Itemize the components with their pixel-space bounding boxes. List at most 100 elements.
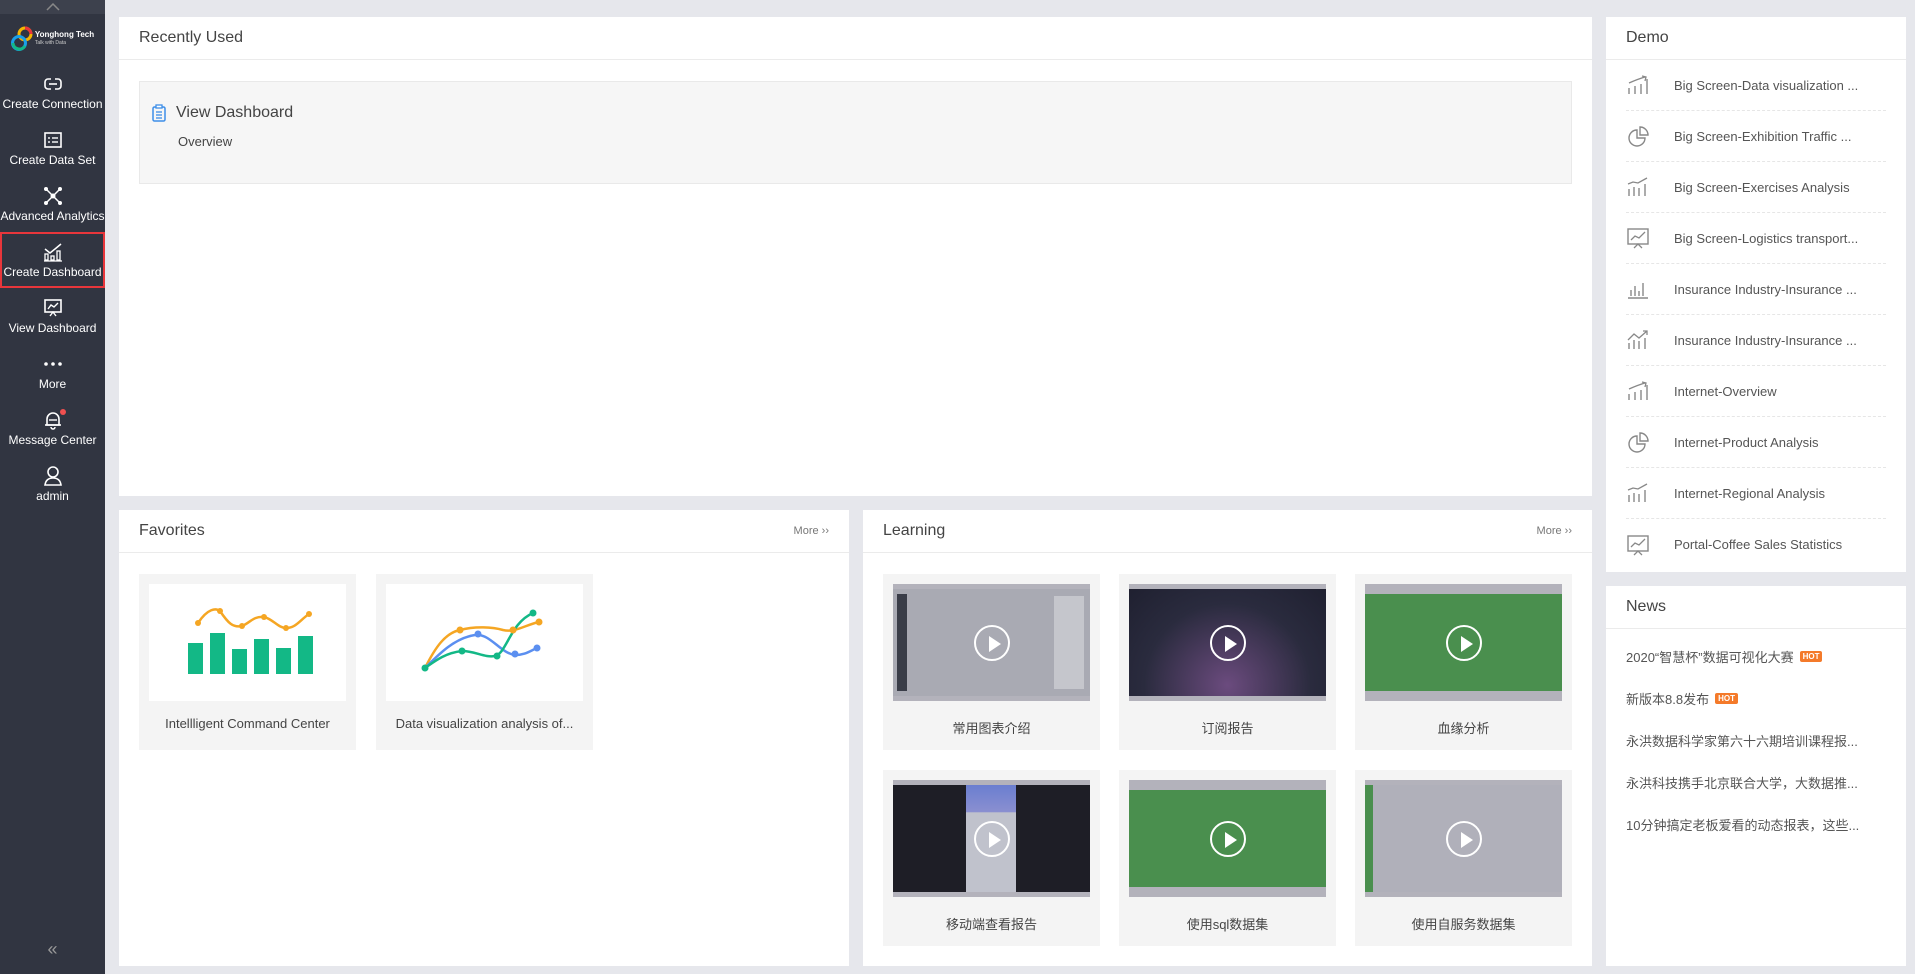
demo-item-label: Big Screen-Exhibition Traffic ...	[1674, 128, 1852, 144]
play-icon[interactable]	[1209, 624, 1246, 661]
play-icon[interactable]	[973, 624, 1010, 661]
learning-video-label: 常用图表介绍	[952, 721, 1031, 736]
panel-title: Learning	[883, 522, 946, 539]
nav-label: More	[38, 377, 67, 391]
more-label: More	[1536, 525, 1562, 537]
bar-trend-icon	[1628, 75, 1648, 94]
video-thumbnail	[1129, 780, 1326, 897]
nav-label: Create Data Set	[9, 153, 96, 167]
favorite-item-label: Intellligent Command Center	[165, 716, 330, 731]
bar-chart-icon	[1628, 283, 1648, 299]
nav-create-data-set[interactable]: Create Data Set	[0, 120, 105, 176]
panel-title: News	[1626, 598, 1667, 615]
logo-tagline: Talk with Data	[34, 40, 66, 46]
bar-line-icon	[1627, 177, 1648, 196]
nav-create-connection[interactable]: Create Connection	[0, 64, 105, 120]
learning-video-label: 订阅报告	[1201, 721, 1254, 736]
demo-panel: Demo Big Screen-Data visualization ... Bi…	[1606, 17, 1906, 572]
panel-header: Demo	[1606, 17, 1906, 60]
favorites-more-link[interactable]: More ››	[794, 525, 829, 537]
hot-badge: HOT	[1715, 692, 1738, 704]
demo-item[interactable]: Big Screen-Exhibition Traffic ...	[1626, 111, 1886, 162]
pie-chart-icon	[1628, 126, 1649, 147]
learning-more-link[interactable]: More ››	[1537, 525, 1572, 537]
recent-item[interactable]: View Dashboard Overview	[139, 81, 1572, 184]
demo-item[interactable]: Portal-Coffee Sales Statistics	[1626, 519, 1886, 570]
demo-item[interactable]: Big Screen-Exercises Analysis	[1626, 162, 1886, 213]
nav-label: admin	[36, 489, 69, 503]
recent-item-title[interactable]: View Dashboard	[150, 104, 1561, 122]
nav-label: Create Dashboard	[3, 265, 102, 279]
play-icon[interactable]	[1445, 624, 1482, 661]
news-item[interactable]: 永洪科技携手北京联合大学，大数据推...	[1606, 761, 1906, 803]
learning-video-label: 血缘分析	[1437, 721, 1490, 736]
demo-item[interactable]: Big Screen-Data visualization ...	[1626, 60, 1886, 111]
video-thumbnail	[893, 584, 1090, 701]
learning-panel: Learning More ›› 常用图表介绍 订阅报告 血缘分析移动端查看报告 使用…	[863, 510, 1592, 966]
nav-label: Advanced Analytics	[0, 209, 105, 223]
recent-item-subtitle[interactable]: Overview	[178, 134, 1561, 149]
learning-video-item[interactable]: 血缘分析	[1355, 574, 1572, 750]
logo: Yonghong Tech Talk with Data	[0, 14, 105, 64]
sidebar: Yonghong Tech Talk with Data Create Conn…	[0, 0, 105, 974]
nav-create-dashboard[interactable]: Create Dashboard	[0, 232, 105, 288]
play-icon[interactable]	[1209, 820, 1246, 857]
chart-icon	[43, 243, 62, 262]
learning-video-item[interactable]: 使用自服务数据集	[1355, 770, 1572, 946]
logo-name: Yonghong Tech	[34, 30, 95, 39]
demo-item-label: Portal-Coffee Sales Statistics	[1674, 537, 1843, 552]
news-item[interactable]: 10分钟搞定老板爱看的动态报表，这些...	[1606, 803, 1906, 845]
nav-label: View Dashboard	[8, 321, 97, 335]
video-thumbnail	[893, 780, 1090, 897]
nav-more[interactable]: More	[0, 344, 105, 400]
demo-item[interactable]: Big Screen-Logistics transport...	[1626, 213, 1886, 264]
presentation-icon	[43, 299, 62, 317]
demo-item[interactable]: Insurance Industry-Insurance ...	[1626, 315, 1886, 366]
favorite-item[interactable]: Intellligent Command Center	[139, 574, 356, 750]
learning-video-item[interactable]: 移动端查看报告	[883, 770, 1100, 946]
monitor-chart-icon	[1627, 534, 1649, 555]
link-icon	[43, 77, 62, 91]
demo-item-label: Internet-Product Analysis	[1674, 434, 1819, 450]
learning-video-item[interactable]: 使用sql数据集	[1119, 770, 1336, 946]
news-item[interactable]: 永洪数据科学家第六十六期培训课程报...	[1606, 719, 1906, 761]
nav-user-admin[interactable]: admin	[0, 456, 105, 512]
demo-item-label: Insurance Industry-Insurance ...	[1674, 332, 1857, 348]
demo-item[interactable]: Internet-Overview	[1626, 366, 1886, 417]
news-item-text: 新版本8.8发布	[1626, 691, 1710, 707]
news-item[interactable]: 新版本8.8发布 HOT	[1606, 677, 1906, 719]
panel-title: Recently Used	[139, 29, 244, 46]
news-item[interactable]: 2020“智慧杯”数据可视化大赛 HOT	[1606, 635, 1906, 677]
favorite-item[interactable]: Data visualization analysis of...	[376, 574, 593, 750]
clipboard-icon	[152, 104, 166, 122]
panel-header: Learning More ››	[863, 510, 1592, 553]
nav-message-center[interactable]: Message Center	[0, 400, 105, 456]
learning-video-item[interactable]: 订阅报告	[1119, 574, 1336, 750]
collapse-sidebar-button[interactable]: «	[0, 939, 105, 960]
monitor-chart-icon	[1627, 228, 1649, 249]
learning-video-label: 移动端查看报告	[945, 917, 1037, 932]
network-icon	[43, 187, 62, 205]
recently-used-panel: Recently Used View Dashboard Overview	[119, 17, 1592, 496]
demo-item[interactable]: Insurance Industry-Insurance ...	[1626, 264, 1886, 315]
panel-header: Recently Used	[119, 17, 1592, 60]
pie-chart-icon	[1628, 432, 1649, 453]
panel-title: Demo	[1626, 29, 1669, 46]
demo-item[interactable]: Internet-Product Analysis	[1626, 417, 1886, 468]
nav-view-dashboard[interactable]: View Dashboard	[0, 288, 105, 344]
learning-video-item[interactable]: 常用图表介绍	[883, 574, 1100, 750]
double-chevron-right-icon: ››	[1561, 525, 1572, 537]
favorite-item-label: Data visualization analysis of...	[395, 716, 574, 731]
bar-line-icon	[1627, 483, 1648, 502]
nav-label: Message Center	[8, 433, 97, 447]
play-icon[interactable]	[973, 820, 1010, 857]
favorites-panel: Favorites More ›› Intellligent Command C…	[119, 510, 849, 966]
demo-item[interactable]: Internet-Regional Analysis	[1626, 468, 1886, 519]
nav-advanced-analytics[interactable]: Advanced Analytics	[0, 176, 105, 232]
scroll-up-button[interactable]	[0, 0, 105, 14]
learning-video-label: 使用sql数据集	[1186, 917, 1269, 932]
demo-item-label: Internet-Overview	[1674, 383, 1777, 399]
demo-item-label: Big Screen-Logistics transport...	[1674, 230, 1859, 246]
nav-label: Create Connection	[2, 97, 103, 111]
play-icon[interactable]	[1445, 820, 1482, 857]
